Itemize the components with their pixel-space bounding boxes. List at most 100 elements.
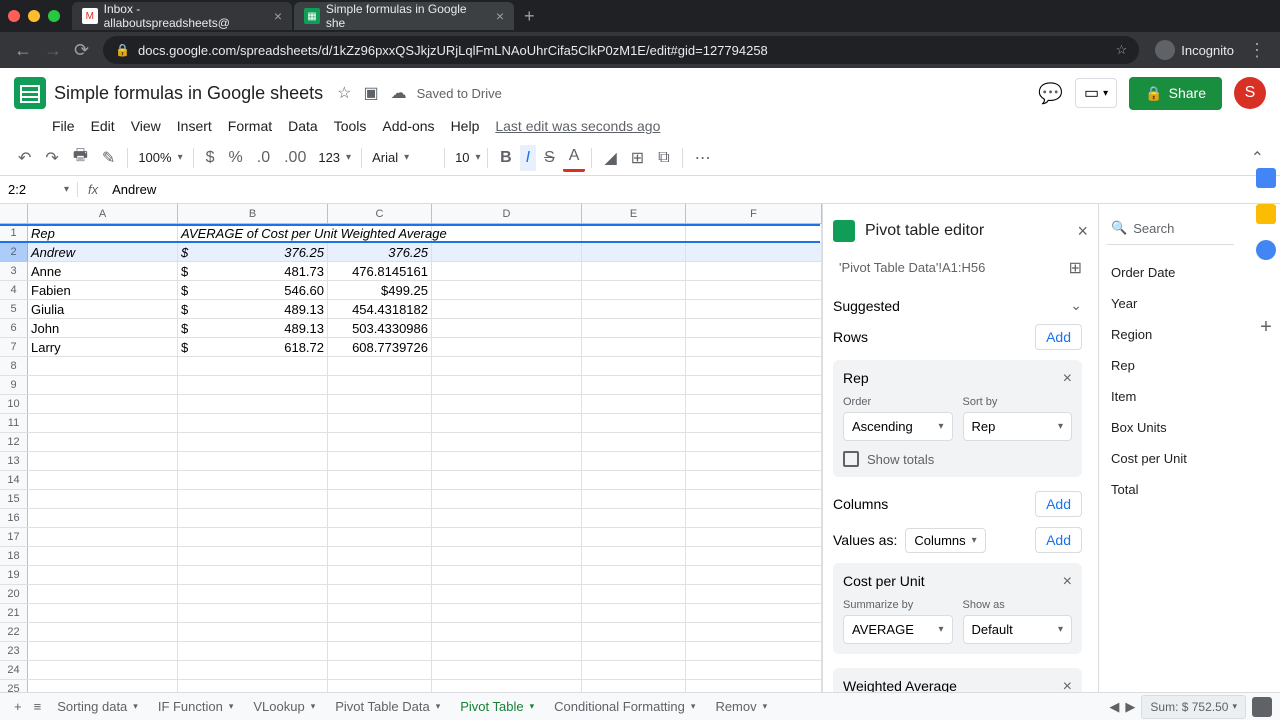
currency-button[interactable]: $ <box>200 145 221 171</box>
menu-format[interactable]: Format <box>222 116 278 136</box>
cell[interactable] <box>328 376 432 394</box>
cell[interactable]: Larry <box>28 338 178 356</box>
cell[interactable] <box>432 585 582 603</box>
bookmark-icon[interactable]: ☆ <box>1116 42 1128 58</box>
cell[interactable] <box>432 490 582 508</box>
cell[interactable] <box>582 376 686 394</box>
cell[interactable] <box>432 566 582 584</box>
row-header[interactable]: 16 <box>0 509 28 527</box>
order-select[interactable]: Ascending <box>843 412 953 441</box>
cell[interactable] <box>432 509 582 527</box>
cell[interactable]: 376.25 <box>328 243 432 261</box>
cell[interactable]: $618.72 <box>178 338 328 356</box>
menu-edit[interactable]: Edit <box>85 116 121 136</box>
cell[interactable] <box>328 452 432 470</box>
col-header-c[interactable]: C <box>328 204 432 223</box>
cell[interactable] <box>582 395 686 413</box>
row-header[interactable]: 24 <box>0 661 28 679</box>
cell[interactable] <box>28 376 178 394</box>
cell[interactable] <box>432 452 582 470</box>
cell[interactable]: Fabien <box>28 281 178 299</box>
cell[interactable] <box>28 642 178 660</box>
sheet-tab[interactable]: Sorting data <box>47 695 148 718</box>
cell[interactable] <box>686 566 822 584</box>
row-header[interactable]: 21 <box>0 604 28 622</box>
cell[interactable] <box>582 623 686 641</box>
cell[interactable] <box>28 490 178 508</box>
col-header-e[interactable]: E <box>582 204 686 223</box>
cell[interactable] <box>686 471 822 489</box>
cell[interactable] <box>582 224 686 242</box>
row-header[interactable]: 23 <box>0 642 28 660</box>
cell[interactable]: $376.25 <box>178 243 328 261</box>
row-header[interactable]: 10 <box>0 395 28 413</box>
cell[interactable]: Anne <box>28 262 178 280</box>
cell[interactable] <box>328 433 432 451</box>
merge-button[interactable]: ⧉ <box>652 145 675 171</box>
cell[interactable] <box>328 604 432 622</box>
forward-button[interactable]: → <box>38 40 68 61</box>
cell[interactable] <box>28 547 178 565</box>
formula-input[interactable]: Andrew <box>108 182 1280 197</box>
browser-tab-inbox[interactable]: M Inbox - allaboutspreadsheets@ × <box>72 2 292 30</box>
cell[interactable] <box>178 395 328 413</box>
cell[interactable] <box>28 528 178 546</box>
cell[interactable]: John <box>28 319 178 337</box>
row-header[interactable]: 3 <box>0 262 28 280</box>
row-header[interactable]: 11 <box>0 414 28 432</box>
values-as-select[interactable]: Columns <box>905 528 985 553</box>
bold-button[interactable]: B <box>494 145 518 171</box>
cell[interactable] <box>686 585 822 603</box>
menu-insert[interactable]: Insert <box>171 116 218 136</box>
field-item[interactable]: Item <box>1107 381 1234 412</box>
cell[interactable] <box>686 623 822 641</box>
add-value-button[interactable]: Add <box>1035 527 1082 553</box>
cell[interactable] <box>686 433 822 451</box>
cell[interactable] <box>686 262 822 280</box>
cell[interactable] <box>432 528 582 546</box>
cell[interactable]: 454.4318182 <box>328 300 432 318</box>
close-pivot-icon[interactable]: × <box>1077 221 1088 242</box>
col-header-f[interactable]: F <box>686 204 822 223</box>
cell[interactable] <box>432 414 582 432</box>
cell[interactable] <box>582 452 686 470</box>
font-select[interactable]: Arial <box>368 148 438 167</box>
cell[interactable] <box>686 224 822 242</box>
cell[interactable] <box>686 414 822 432</box>
cell[interactable] <box>28 395 178 413</box>
cell[interactable] <box>582 357 686 375</box>
cell[interactable]: $546.60 <box>178 281 328 299</box>
cell[interactable] <box>432 357 582 375</box>
cell[interactable] <box>432 243 582 261</box>
cell[interactable] <box>582 471 686 489</box>
tab-scroll-right-icon[interactable]: ▶ <box>1125 699 1135 715</box>
row-header[interactable]: 7 <box>0 338 28 356</box>
number-format-select[interactable]: 123 <box>314 148 355 167</box>
cell[interactable] <box>28 414 178 432</box>
field-item[interactable]: Region <box>1107 319 1234 350</box>
increase-decimal-button[interactable]: .00 <box>278 145 312 171</box>
show-as-select[interactable]: Default <box>963 615 1073 644</box>
col-header-a[interactable]: A <box>28 204 178 223</box>
menu-view[interactable]: View <box>125 116 167 136</box>
pivot-range-input[interactable]: 'Pivot Table Data'!A1:H56 <box>833 254 1069 281</box>
add-addon-icon[interactable]: + <box>1260 316 1272 339</box>
cell[interactable] <box>582 642 686 660</box>
star-icon[interactable]: ☆ <box>337 83 351 103</box>
cell[interactable] <box>582 319 686 337</box>
close-window-icon[interactable] <box>8 10 20 22</box>
menu-data[interactable]: Data <box>282 116 324 136</box>
suggested-section[interactable]: Suggested ⌄ <box>833 297 1082 314</box>
font-size-select[interactable]: 10 <box>451 148 481 167</box>
cell[interactable] <box>178 547 328 565</box>
text-color-button[interactable]: A <box>563 143 586 172</box>
all-sheets-button[interactable]: ≡ <box>28 695 48 718</box>
cell[interactable] <box>686 490 822 508</box>
cell[interactable]: 608.7739726 <box>328 338 432 356</box>
cell[interactable] <box>178 642 328 660</box>
cell[interactable] <box>686 509 822 527</box>
row-header[interactable]: 14 <box>0 471 28 489</box>
cell[interactable] <box>432 623 582 641</box>
menu-help[interactable]: Help <box>445 116 486 136</box>
cell[interactable] <box>178 661 328 679</box>
